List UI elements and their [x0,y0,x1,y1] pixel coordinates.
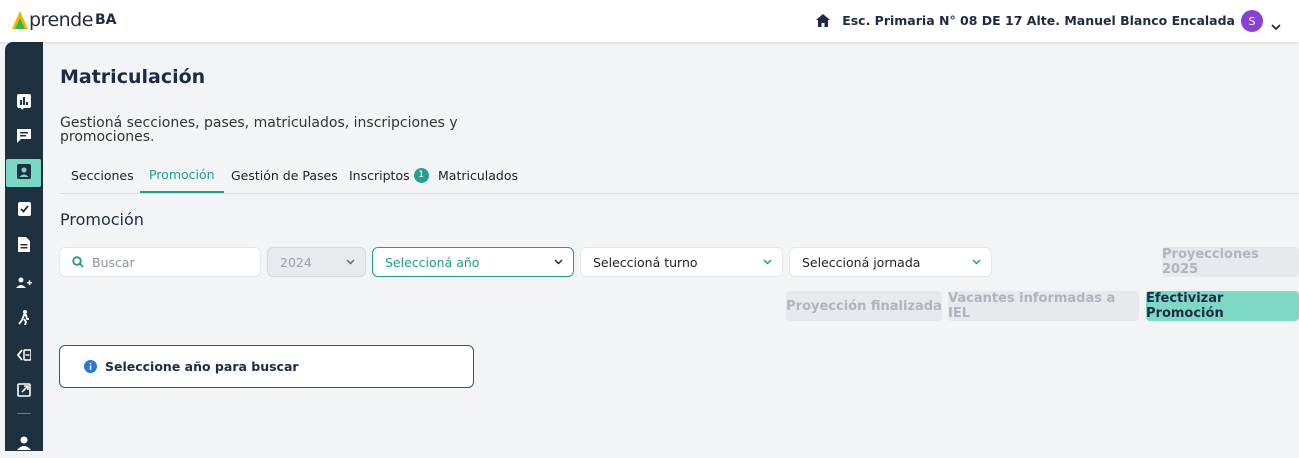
tab-promocion[interactable]: Promoción [140,158,224,193]
school-selector[interactable]: Esc. Primaria N° 08 DE 17 Alte. Manuel B… [816,13,1235,28]
tab-matriculados[interactable]: Matriculados [438,158,518,192]
school-name: Esc. Primaria N° 08 DE 17 Alte. Manuel B… [842,13,1235,28]
search-input[interactable]: Buscar [59,247,261,277]
sidebar-item-external[interactable] [5,377,43,405]
chat-icon [17,128,31,147]
tab-label: Secciones [71,167,134,183]
tab-label: Inscriptos [349,167,410,183]
document-icon [18,236,30,256]
year-select[interactable]: 2024 [267,247,366,277]
sidebar-item-messages[interactable] [5,123,43,151]
chevron-down-icon [554,259,563,265]
shift-select[interactable]: Seleccioná turno [580,247,783,277]
contact-badge-icon [16,163,31,183]
tab-gestion-de-pases[interactable]: Gestión de Pases [231,158,338,192]
sidebar-item-profile[interactable] [5,430,43,458]
page-subtitle: Gestioná secciones, pases, matriculados,… [60,115,458,145]
tab-bar: Secciones Promoción Gestión de Pases Ins… [60,158,1299,194]
shift-select-placeholder: Seleccioná turno [593,254,698,270]
info-alert: Seleccione año para buscar [59,345,474,388]
sidebar-item-enrollment[interactable] [6,159,41,187]
avatar[interactable]: S [1241,10,1263,32]
effectuate-promotion-button[interactable]: Efectivizar Promoción [1146,291,1299,321]
tab-label: Gestión de Pases [231,167,338,183]
grade-select[interactable]: Seleccioná año [372,247,574,277]
clipboard-check-icon [17,201,31,220]
count-badge: 1 [413,167,429,183]
search-icon [72,256,84,268]
logo-mark-icon [12,11,28,29]
day-select-placeholder: Seleccioná jornada [802,254,921,270]
bar-chart-icon [17,93,31,112]
sidebar-item-documents[interactable] [5,232,43,260]
tab-label: Promoción [149,167,215,182]
search-placeholder: Buscar [92,254,135,270]
group-add-icon [16,274,32,293]
grade-select-placeholder: Seleccioná año [385,254,480,270]
projections-button[interactable]: Proyecciones 2025 [1162,247,1299,277]
logo[interactable]: prende BA [11,9,116,31]
projection-finalized-button[interactable]: Proyección finalizada [786,291,942,321]
alert-message: Seleccione año para buscar [105,359,299,374]
section-title: Promoción [60,210,144,229]
sidebar-item-groups[interactable] [5,269,43,297]
running-person-icon [18,309,30,329]
sidebar-item-activities[interactable] [5,305,43,333]
tab-label: Matriculados [438,167,518,183]
sidebar [5,42,43,451]
logo-word: prende [29,9,93,31]
tab-inscriptos[interactable]: Inscriptos 1 [349,158,429,192]
sidebar-item-reports[interactable] [5,88,43,116]
transfer-icon [16,346,32,365]
vacancies-informed-button[interactable]: Vacantes informadas a IEL [948,291,1139,321]
sidebar-item-transfers[interactable] [5,341,43,369]
logo-suffix: BA [94,12,117,28]
year-select-value: 2024 [280,254,312,270]
page-title: Matriculación [60,66,206,88]
chevron-down-icon [972,259,981,265]
tab-secciones[interactable]: Secciones [71,158,134,192]
chevron-down-icon [346,259,355,265]
day-select[interactable]: Seleccioná jornada [789,247,992,277]
chevron-down-icon [763,259,772,265]
external-link-icon [17,382,31,401]
top-bar: prende BA Esc. Primaria N° 08 DE 17 Alte… [0,0,1299,42]
sidebar-divider [17,413,31,414]
home-icon[interactable] [816,14,831,27]
info-icon [84,360,97,373]
chevron-down-icon[interactable] [1271,16,1281,35]
sidebar-item-tasks[interactable] [5,196,43,224]
